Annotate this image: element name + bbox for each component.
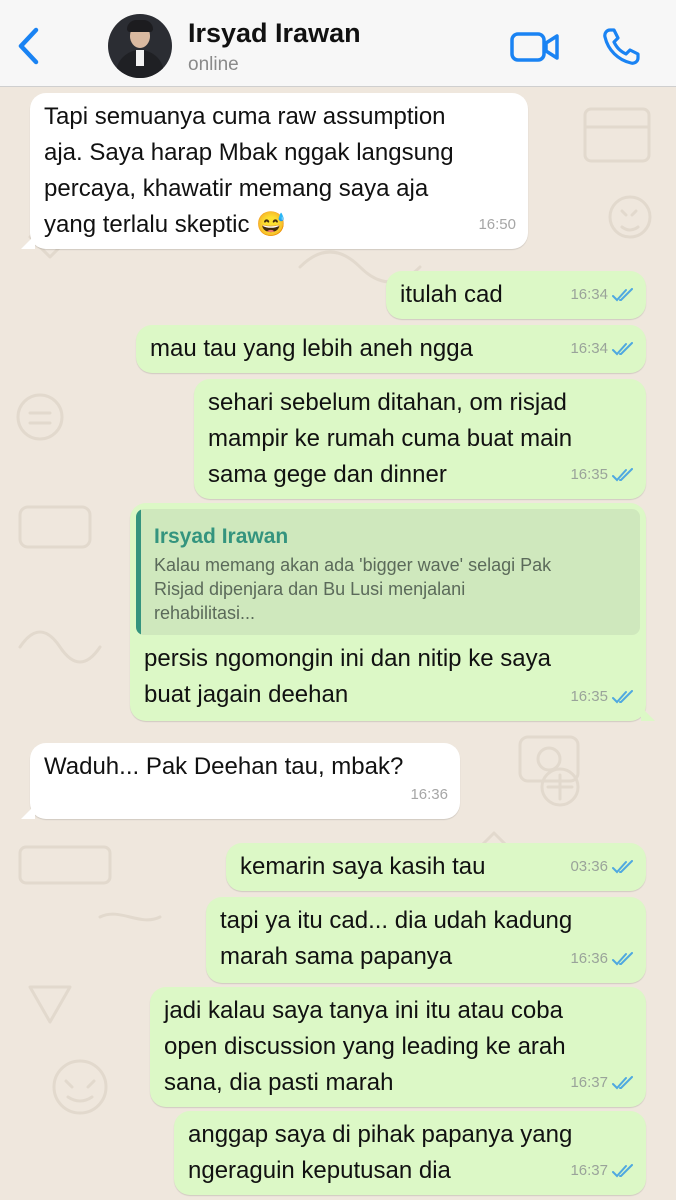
message-line: open discussion yang leading ke arah <box>164 1033 566 1060</box>
message-time: 16:36 <box>570 950 608 967</box>
message-time: 16:37 <box>570 1074 608 1091</box>
back-chevron-icon <box>18 27 39 65</box>
message-line: sana, dia pasti marah <box>164 1069 394 1096</box>
message-line: tapi ya itu cad... dia udah kadung <box>220 907 573 934</box>
message-line: mampir ke rumah cuma buat main <box>208 425 573 452</box>
message-time: 03:36 <box>570 858 608 875</box>
outgoing-message[interactable]: mau tau yang lebih aneh ngga 16:34 <box>136 325 646 373</box>
message-time: 16:34 <box>570 286 608 303</box>
message-text: kemarin saya kasih tau <box>240 849 485 885</box>
outgoing-message[interactable]: sehari sebelum ditahan, om risjad mampir… <box>194 379 646 499</box>
message-line: buat jagain deehan <box>144 681 349 708</box>
message-meta: 16:37 <box>570 1065 634 1101</box>
message-meta: 16:34 <box>570 331 634 367</box>
bubble-tail <box>21 805 35 819</box>
chat-area[interactable]: Tapi semuanya cuma raw assumption aja. S… <box>0 87 676 1200</box>
read-ticks-icon <box>612 1076 633 1090</box>
message-line: mau tau yang lebih aneh ngga <box>150 335 473 362</box>
message-line: Waduh... Pak Deehan tau, mbak? <box>44 753 404 780</box>
avatar-hair <box>127 20 153 32</box>
message-time: 16:35 <box>570 688 608 705</box>
message-meta: 16:34 <box>570 277 634 313</box>
outgoing-message[interactable]: jadi kalau saya tanya ini itu atau coba … <box>150 987 646 1107</box>
outgoing-message[interactable]: anggap saya di pihak papanya yang ngerag… <box>174 1111 646 1195</box>
message-line: marah sama papanya <box>220 943 453 970</box>
message-line: Tapi semuanya cuma raw assumption <box>44 103 446 130</box>
message-time: 16:35 <box>570 466 608 483</box>
message-meta: 03:36 <box>570 849 634 885</box>
contact-status: online <box>188 54 239 75</box>
contact-name[interactable]: Irsyad Irawan <box>188 18 361 49</box>
video-camera-icon[interactable] <box>510 30 560 64</box>
read-ticks-icon <box>612 342 633 356</box>
quoted-message[interactable]: Irsyad Irawan Kalau memang akan ada 'big… <box>136 509 640 635</box>
message-text: Tapi semuanya cuma raw assumption aja. S… <box>44 99 454 243</box>
outgoing-message[interactable]: itulah cad 16:34 <box>386 271 646 319</box>
incoming-message[interactable]: Tapi semuanya cuma raw assumption aja. S… <box>21 93 528 249</box>
message-meta: 16:36 <box>570 941 634 977</box>
message-line: kemarin saya kasih tau <box>240 853 486 880</box>
quoted-text: Kalau memang akan ada 'bigger wave' sela… <box>154 553 630 625</box>
read-ticks-icon <box>612 1164 633 1178</box>
outgoing-message[interactable]: kemarin saya kasih tau 03:36 <box>226 843 646 891</box>
phone-icon[interactable] <box>600 26 642 68</box>
message-line: percaya, khawatir memang saya aja <box>44 175 429 202</box>
message-line: ngeraguin keputusan dia <box>188 1157 451 1184</box>
contact-avatar[interactable] <box>108 14 172 78</box>
message-text: tapi ya itu cad... dia udah kadung marah… <box>220 903 572 975</box>
message-text: Waduh... Pak Deehan tau, mbak? <box>44 749 403 785</box>
quoted-line: rehabilitasi... <box>154 603 256 623</box>
message-text: persis ngomongin ini dan nitip ke saya b… <box>144 641 551 713</box>
read-ticks-icon <box>612 468 633 482</box>
chat-header: Irsyad Irawan online <box>0 0 676 87</box>
incoming-message[interactable]: Waduh... Pak Deehan tau, mbak? 16:36 <box>21 743 460 819</box>
read-ticks-icon <box>612 288 633 302</box>
quoted-line: Risjad dipenjara dan Bu Lusi menjalani <box>154 579 466 599</box>
message-meta: 16:50 <box>478 207 516 243</box>
outgoing-message[interactable]: tapi ya itu cad... dia udah kadung marah… <box>206 897 646 983</box>
quoted-author: Irsyad Irawan <box>154 525 289 548</box>
avatar-shirt <box>136 50 144 66</box>
quote-accent-bar <box>136 509 141 635</box>
message-line: itulah cad <box>400 281 503 308</box>
message-meta: 16:35 <box>570 679 634 715</box>
message-line: jadi kalau saya tanya ini itu atau coba <box>164 997 563 1024</box>
message-meta: 16:36 <box>410 777 448 813</box>
message-line: sehari sebelum ditahan, om risjad <box>208 389 567 416</box>
read-ticks-icon <box>612 860 633 874</box>
message-line: persis ngomongin ini dan nitip ke saya <box>144 645 551 672</box>
message-line: yang terlalu skeptic 😅 <box>44 211 286 238</box>
bubble-tail <box>21 235 35 249</box>
message-text: itulah cad <box>400 277 503 313</box>
outgoing-reply-message[interactable]: Irsyad Irawan Kalau memang akan ada 'big… <box>130 503 655 721</box>
message-time: 16:36 <box>410 786 448 803</box>
message-text: anggap saya di pihak papanya yang ngerag… <box>188 1117 572 1189</box>
quoted-line: Kalau memang akan ada 'bigger wave' sela… <box>154 555 552 575</box>
message-line: aja. Saya harap Mbak nggak langsung <box>44 139 454 166</box>
bubble-tail <box>641 707 655 721</box>
message-line: sama gege dan dinner <box>208 461 447 488</box>
back-button[interactable] <box>10 24 46 68</box>
message-time: 16:37 <box>570 1162 608 1179</box>
read-ticks-icon <box>612 690 633 704</box>
message-time: 16:50 <box>478 216 516 233</box>
message-time: 16:34 <box>570 340 608 357</box>
message-text: jadi kalau saya tanya ini itu atau coba … <box>164 993 566 1101</box>
read-ticks-icon <box>612 952 633 966</box>
message-meta: 16:35 <box>570 457 634 493</box>
message-text: sehari sebelum ditahan, om risjad mampir… <box>208 385 572 493</box>
message-line: anggap saya di pihak papanya yang <box>188 1121 573 1148</box>
message-meta: 16:37 <box>570 1153 634 1189</box>
message-text: mau tau yang lebih aneh ngga <box>150 331 473 367</box>
